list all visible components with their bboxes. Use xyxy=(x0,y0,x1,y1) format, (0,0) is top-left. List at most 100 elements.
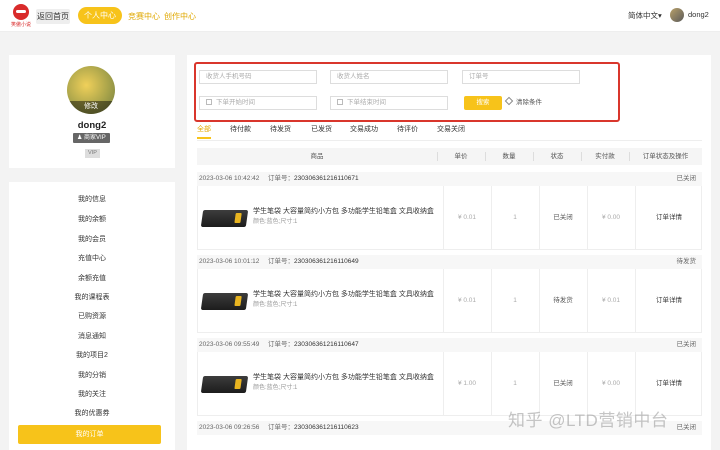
product-name[interactable]: 学生笔袋 大容量简约小方包 多功能学生铅笔盒 文具收纳盒 xyxy=(253,207,438,216)
sidebar-item-my-follows[interactable]: 我的关注 xyxy=(9,387,175,403)
sidebar-item-course-schedule[interactable]: 我的课程表 xyxy=(9,290,175,306)
order-number-label: 订单号： xyxy=(268,175,294,182)
profile-name: dong2 xyxy=(77,120,107,131)
top-bar: 笑傲小说 返回首页 个人中心 竞赛中心 创作中心 简体中文▾ dong2 xyxy=(0,0,720,32)
order-time: 2023-03-06 09:26:56 xyxy=(199,424,260,431)
order-state: 待发货 xyxy=(553,297,573,304)
vip-tag: VIP xyxy=(85,149,100,158)
order-end-time-input[interactable]: 下单结束时间 xyxy=(330,96,448,110)
orders-panel: 收货人手机号码 收货人姓名 订单号 下单开始时间 下单结束时间 搜索 清除条件 … xyxy=(187,55,711,450)
site-logo[interactable]: 笑傲小说 xyxy=(10,4,32,28)
unit-price: ¥ 1.00 xyxy=(457,380,477,387)
order-time: 2023-03-06 09:55:49 xyxy=(199,341,260,348)
sidebar-item-my-coupons[interactable]: 我的优惠券 xyxy=(9,406,175,422)
tab-pending-payment[interactable]: 待付款 xyxy=(230,124,251,136)
profile-card: 修改 dong2 ♟ 商家VIP VIP xyxy=(9,55,175,168)
tag-icon xyxy=(504,96,514,106)
sidebar-item-my-info[interactable]: 我的信息 xyxy=(9,192,175,208)
order-number-value: 230306361216110671 xyxy=(294,175,359,182)
order-detail-link[interactable]: 订单详情 xyxy=(635,186,703,250)
sidebar-menu: 我的信息 我的余额 我的会员 充值中心 余额充值 我的课程表 已购资源 消息通知… xyxy=(9,182,175,450)
product-image[interactable] xyxy=(200,293,249,310)
order-number-value: 230306361216110649 xyxy=(294,258,359,265)
order-number: 订单号：230306361216110649 xyxy=(268,255,359,269)
order-number: 订单号：230306361216110623 xyxy=(268,421,359,435)
sidebar-item-balance-recharge[interactable]: 余额充值 xyxy=(9,271,175,287)
consignee-phone-input[interactable]: 收货人手机号码 xyxy=(199,70,317,84)
order-number-label: 订单号： xyxy=(268,424,294,431)
avatar-edit-label[interactable]: 修改 xyxy=(67,101,115,114)
order-header: 2023-03-06 10:42:42 订单号：2303063612161106… xyxy=(197,172,702,186)
order-row: 学生笔袋 大容量简约小方包 多功能学生铅笔盒 文具收纳盒 颜色:蓝色;尺寸:1 … xyxy=(197,186,702,250)
sidebar-item-my-balance[interactable]: 我的余额 xyxy=(9,212,175,228)
sidebar-item-notifications[interactable]: 消息通知 xyxy=(9,329,175,345)
sidebar-item-my-orders[interactable]: 我的订单 xyxy=(18,425,161,444)
order-time: 2023-03-06 10:01:12 xyxy=(199,258,260,265)
order-row: 学生笔袋 大容量简约小方包 多功能学生铅笔盒 文具收纳盒 颜色:蓝色;尺寸:1 … xyxy=(197,269,702,333)
nav-personal-center-button[interactable]: 个人中心 xyxy=(78,7,122,24)
header-username[interactable]: dong2 xyxy=(688,10,709,19)
calendar-icon xyxy=(206,99,212,105)
tab-pending-review[interactable]: 待评价 xyxy=(397,124,418,136)
order-number-value: 230306361216110623 xyxy=(294,424,359,431)
tabs-divider xyxy=(197,140,702,141)
order-number-label: 订单号： xyxy=(268,258,294,265)
paid-amount: ¥ 0.00 xyxy=(601,214,621,221)
product-image[interactable] xyxy=(200,210,249,227)
calendar-icon xyxy=(337,99,343,105)
logo-text: 笑傲小说 xyxy=(10,22,31,28)
paid-amount: ¥ 0.01 xyxy=(601,297,621,304)
order-status-label: 已关闭 xyxy=(676,424,697,431)
logo-mark xyxy=(13,4,29,20)
order-status-tabs: 全部 待付款 待发货 已发货 交易成功 待评价 交易关闭 xyxy=(197,124,702,140)
end-time-placeholder: 下单结束时间 xyxy=(347,99,386,106)
sidebar-item-my-membership[interactable]: 我的会员 xyxy=(9,232,175,248)
product-image[interactable] xyxy=(200,376,249,393)
sidebar-item-my-projects[interactable]: 我的项目2 xyxy=(9,348,175,364)
sidebar-item-purchased-resources[interactable]: 已购资源 xyxy=(9,309,175,325)
tab-shipped[interactable]: 已发货 xyxy=(311,124,332,136)
orders-table-header: 商品 单价 数量 状态 实付款 订单状态及操作 xyxy=(197,148,702,165)
tab-completed[interactable]: 交易成功 xyxy=(350,124,378,136)
search-button[interactable]: 搜索 xyxy=(464,96,502,110)
vip-badge: ♟ 商家VIP xyxy=(73,133,110,143)
sidebar-item-my-distribution[interactable]: 我的分销 xyxy=(9,368,175,384)
clear-filters-button[interactable]: 清除条件 xyxy=(504,96,542,109)
order-number-label: 订单号： xyxy=(268,341,294,348)
order-number-value: 230306361216110647 xyxy=(294,341,359,348)
profile-avatar[interactable]: 修改 xyxy=(67,66,115,114)
order-number-input[interactable]: 订单号 xyxy=(462,70,580,84)
header-quantity: 数量 xyxy=(502,153,516,160)
quantity: 1 xyxy=(513,214,517,221)
order-status-label: 已关闭 xyxy=(676,175,697,182)
nav-competition-center-link[interactable]: 竞赛中心 xyxy=(128,9,160,24)
tab-pending-shipment[interactable]: 待发货 xyxy=(270,124,291,136)
order-detail-link[interactable]: 订单详情 xyxy=(635,269,703,333)
consignee-name-input[interactable]: 收货人姓名 xyxy=(330,70,448,84)
product-name[interactable]: 学生笔袋 大容量简约小方包 多功能学生铅笔盒 文具收纳盒 xyxy=(253,373,438,382)
order-filter-box: 收货人手机号码 收货人姓名 订单号 下单开始时间 下单结束时间 搜索 清除条件 xyxy=(194,62,620,122)
order-header: 2023-03-06 09:55:49 订单号：2303063612161106… xyxy=(197,338,702,352)
order-header: 2023-03-06 10:01:12 订单号：2303063612161106… xyxy=(197,255,702,269)
product-spec: 颜色:蓝色;尺寸:1 xyxy=(253,219,298,225)
quantity: 1 xyxy=(513,297,517,304)
header-product: 商品 xyxy=(310,153,324,160)
header-paid: 实付款 xyxy=(595,153,615,160)
unit-price: ¥ 0.01 xyxy=(457,214,477,221)
product-spec: 颜色:蓝色;尺寸:1 xyxy=(253,302,298,308)
order-state: 已关闭 xyxy=(553,214,573,221)
tab-closed[interactable]: 交易关闭 xyxy=(437,124,465,136)
sidebar-item-recharge-center[interactable]: 充值中心 xyxy=(9,251,175,267)
tab-all[interactable]: 全部 xyxy=(197,124,211,139)
header-unit-price: 单价 xyxy=(454,153,468,160)
language-selector[interactable]: 简体中文▾ xyxy=(628,10,662,21)
header-avatar[interactable] xyxy=(670,8,684,22)
order-status-label: 待发货 xyxy=(676,258,697,265)
header-status: 状态 xyxy=(550,153,564,160)
product-name[interactable]: 学生笔袋 大容量简约小方包 多功能学生铅笔盒 文具收纳盒 xyxy=(253,290,438,299)
order-start-time-input[interactable]: 下单开始时间 xyxy=(199,96,317,110)
nav-creation-center-link[interactable]: 创作中心 xyxy=(164,9,196,24)
nav-home-button[interactable]: 返回首页 xyxy=(36,9,70,24)
header-order-actions: 订单状态及操作 xyxy=(642,153,689,160)
order-number: 订单号：230306361216110671 xyxy=(268,172,359,186)
